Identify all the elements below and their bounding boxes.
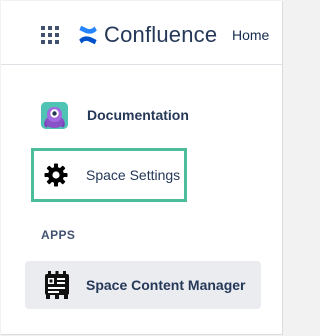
confluence-panel: Confluence Home Documentation Space Sett…	[1, 1, 283, 335]
sidebar-item-label: Space Settings	[86, 167, 181, 183]
sidebar-item-space-settings[interactable]: Space Settings	[31, 148, 187, 202]
logo-wordmark: Confluence	[104, 22, 218, 47]
sidebar-app-space-content-manager[interactable]: Space Content Manager	[25, 261, 261, 309]
confluence-logo-icon	[79, 25, 97, 45]
nav-home-link[interactable]: Home	[232, 27, 269, 43]
space-content-manager-icon	[45, 271, 69, 299]
space-avatar-icon	[41, 101, 68, 129]
app-grid-icon[interactable]	[41, 26, 59, 44]
confluence-logo[interactable]: Confluence	[78, 23, 217, 47]
top-navigation-bar: Confluence Home	[1, 1, 282, 65]
apps-section-heading: APPS	[41, 228, 76, 242]
sidebar-item-documentation[interactable]: Documentation	[41, 100, 189, 130]
sidebar-item-label: Documentation	[87, 107, 189, 123]
sidebar-app-label: Space Content Manager	[86, 277, 246, 293]
gear-icon	[44, 163, 68, 187]
